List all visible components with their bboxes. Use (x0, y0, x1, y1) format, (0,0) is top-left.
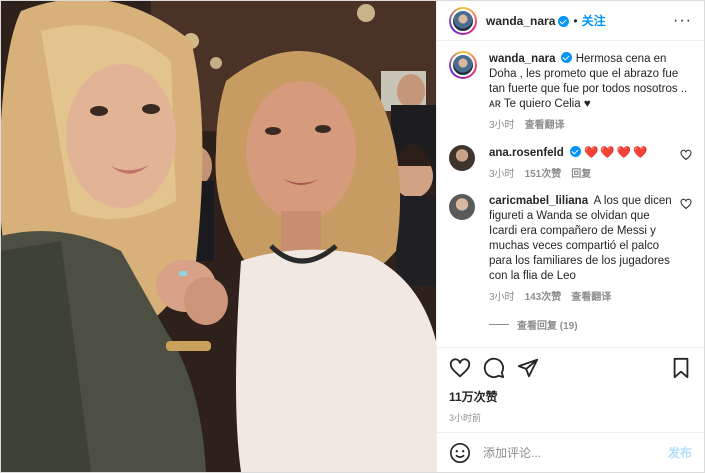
commenter-avatar[interactable] (449, 145, 475, 171)
verified-badge-icon (569, 146, 581, 157)
caption-item: wanda_nara Hermosa cena en Doha , les pr… (449, 51, 692, 133)
author-username[interactable]: wanda_nara (486, 14, 555, 28)
smiley-icon[interactable] (449, 442, 471, 464)
comment-likes[interactable]: 143次赞 (525, 290, 562, 305)
caption-username[interactable]: wanda_nara (489, 53, 555, 65)
comment-icon[interactable] (483, 357, 505, 379)
view-replies-button[interactable]: 查看回复 (19) (489, 317, 692, 332)
post-actions: 11万次赞 3小时前 (437, 347, 704, 432)
bookmark-icon[interactable] (670, 357, 692, 379)
verified-badge-icon (558, 16, 570, 27)
comment-text: ❤️❤️❤️❤️ (583, 147, 650, 159)
view-replies-label: 查看回复 (19) (517, 321, 578, 332)
add-comment-bar: 发布 (437, 432, 704, 472)
post-photo-illustration (1, 1, 436, 472)
follow-button[interactable]: 关注 (582, 12, 606, 29)
caption-avatar[interactable] (449, 51, 477, 79)
comment-username[interactable]: ana.rosenfeld (489, 147, 564, 159)
commenter-avatar[interactable] (449, 194, 475, 220)
comment-item: ana.rosenfeld ❤️❤️❤️❤️ 3小时 151次赞 回复 (449, 145, 692, 182)
comment-like-heart-icon[interactable] (680, 198, 692, 210)
translate-button[interactable]: 查看翻译 (525, 118, 565, 133)
post-header: wanda_nara • 关注 ··· (437, 1, 704, 41)
posted-time[interactable]: 3小时前 (449, 411, 692, 424)
separator-dot: • (573, 13, 578, 28)
heart-icon[interactable] (449, 357, 471, 379)
replies-divider-line (489, 324, 509, 325)
comment-item: caricmabel_liliana A los que dicen figur… (449, 194, 692, 305)
post-side-panel: wanda_nara • 关注 ··· wanda_nara Hermosa c… (436, 1, 704, 472)
author-avatar[interactable] (449, 6, 477, 35)
more-dots-icon[interactable]: ··· (673, 12, 692, 30)
add-comment-input[interactable] (483, 445, 668, 460)
comment-time: 3小时 (489, 292, 515, 303)
comment-like-heart-icon[interactable] (680, 149, 692, 161)
post-comment-button[interactable]: 发布 (668, 444, 692, 461)
paper-plane-icon[interactable] (517, 357, 539, 379)
comment-username[interactable]: caricmabel_liliana (489, 195, 588, 207)
comments-list[interactable]: wanda_nara Hermosa cena en Doha , les pr… (437, 41, 704, 347)
comment-time: 3小时 (489, 169, 515, 180)
instagram-post: wanda_nara • 关注 ··· wanda_nara Hermosa c… (0, 0, 705, 473)
comment-text: A los que dicen figureti a Wanda se olvi… (489, 195, 672, 282)
action-icons-row (449, 356, 692, 380)
translate-button[interactable]: 查看翻译 (571, 290, 611, 305)
comment-likes[interactable]: 151次赞 (525, 167, 562, 182)
reply-button[interactable]: 回复 (571, 167, 591, 182)
post-photo[interactable] (1, 1, 436, 472)
caption-time: 3小时 (489, 120, 515, 131)
like-count[interactable]: 11万次赞 (449, 388, 692, 405)
verified-badge-icon (561, 52, 573, 63)
